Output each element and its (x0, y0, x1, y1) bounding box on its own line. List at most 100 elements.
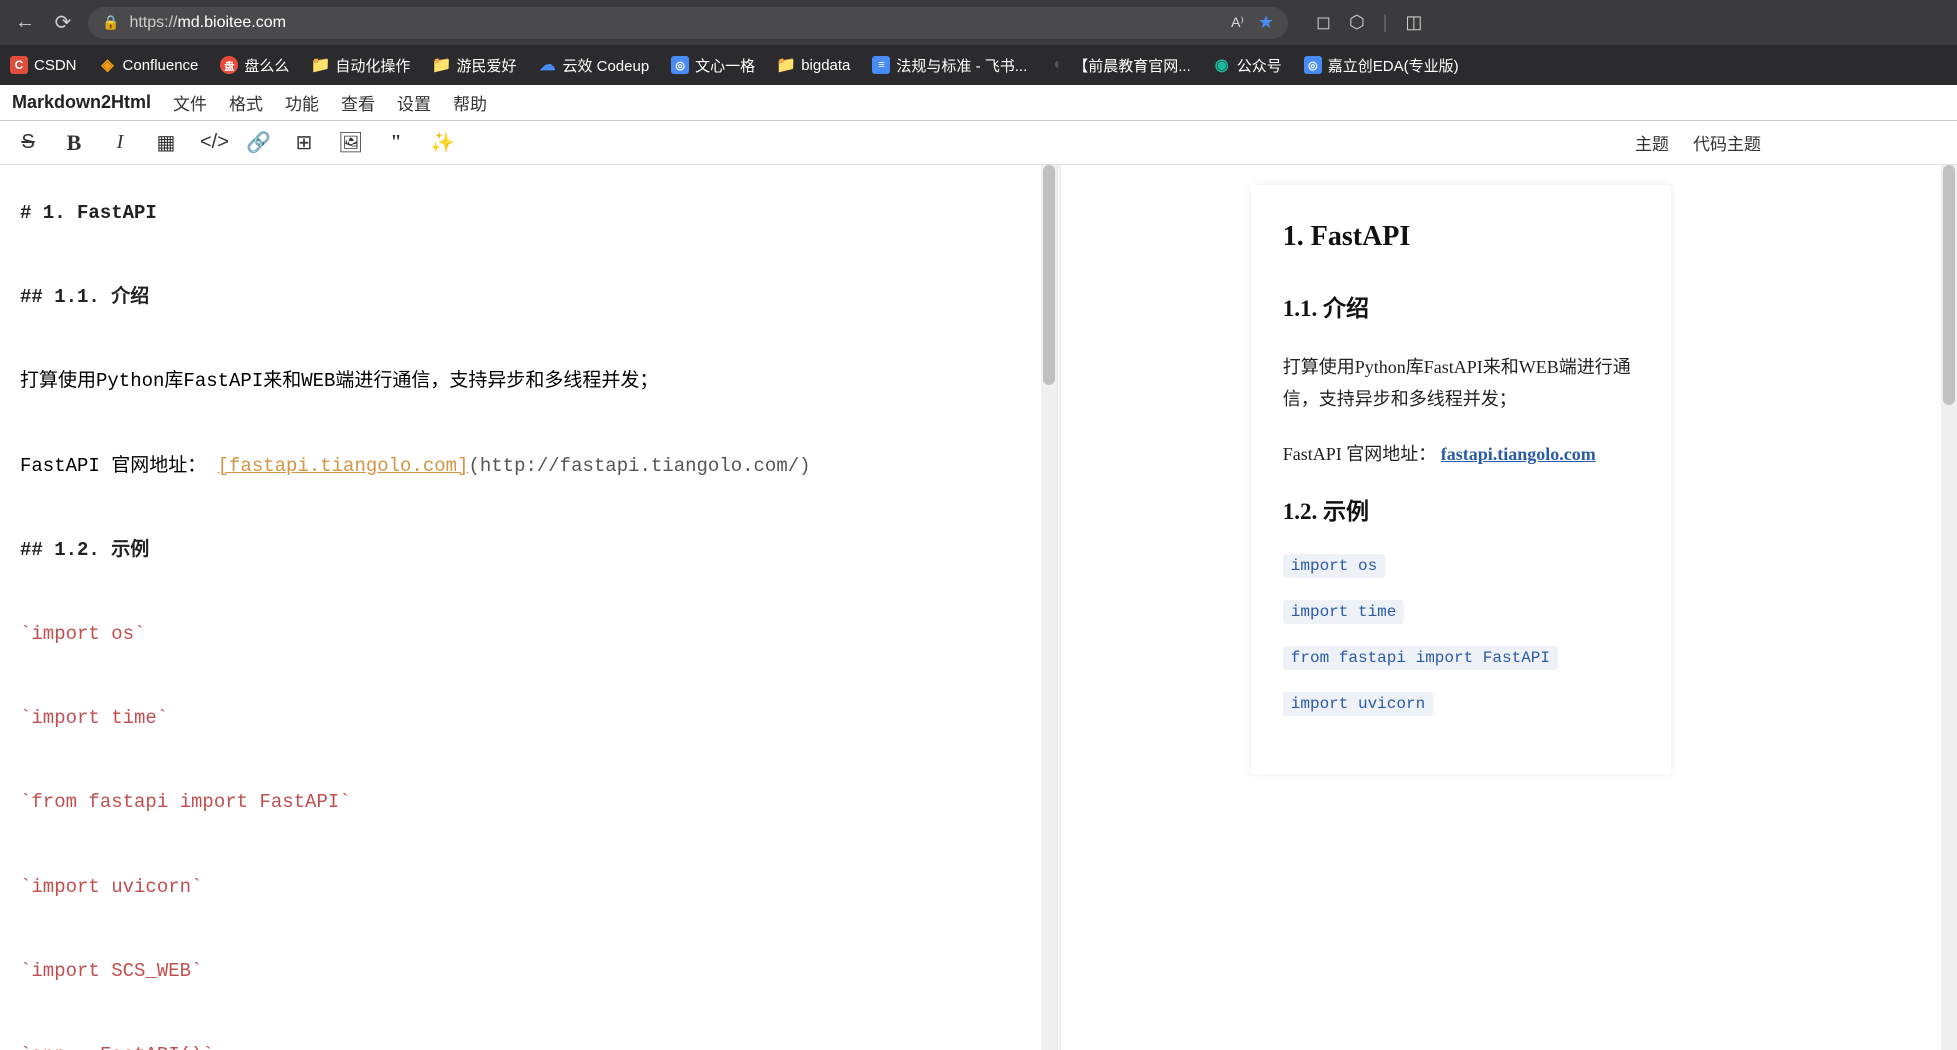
markdown-editor[interactable]: # 1. FastAPI ## 1.1. 介绍 打算使用Python库FastA… (0, 165, 1057, 1050)
bookmark-label: 自动化操作 (335, 55, 410, 76)
preview-link[interactable]: fastapi.tiangolo.com (1441, 444, 1596, 464)
editor-line (20, 658, 1037, 694)
yun-icon: ☁ (538, 56, 556, 74)
preview-pane: 1. FastAPI 1.1. 介绍 打算使用Python库FastAPI来和W… (1061, 165, 1957, 1050)
bookmark-label: 文心一格 (695, 55, 755, 76)
main-split-view: # 1. FastAPI ## 1.1. 介绍 打算使用Python库FastA… (0, 165, 1957, 1050)
bookmark-icon[interactable]: ◻ (1316, 12, 1331, 33)
menu-view[interactable]: 查看 (341, 90, 375, 115)
editor-line (20, 826, 1037, 862)
preview-h2-intro: 1.1. 介绍 (1283, 289, 1639, 323)
divider-icon: | (1383, 12, 1388, 33)
menu-file[interactable]: 文件 (173, 90, 207, 115)
editor-scrollbar-thumb[interactable] (1043, 165, 1055, 385)
quote-icon[interactable]: " (384, 131, 408, 154)
browser-address-bar: ← ⟳ 🔒 https://md.bioitee.com A⁾ ★ ◻ ⬡ | … (0, 0, 1957, 45)
editor-line (20, 911, 1037, 947)
editor-line (20, 321, 1037, 357)
bookmark-confluence[interactable]: ◈ Confluence (99, 56, 199, 74)
jlc-icon: ◎ (1304, 56, 1322, 74)
editor-line: FastAPI 官网地址： [fastapi.tiangolo.com](htt… (20, 448, 1037, 484)
magic-icon[interactable]: ✨ (430, 130, 454, 155)
folder-icon: 📁 (777, 56, 795, 74)
editor-line: `import time` (20, 700, 1037, 736)
bookmark-label: 公众号 (1237, 55, 1282, 76)
editor-line (20, 237, 1037, 273)
bookmark-gongzhonghao[interactable]: ◉ 公众号 (1213, 55, 1282, 76)
bookmark-qianchen[interactable]: ◐ 【前晨教育官网... (1049, 55, 1191, 76)
theme-button[interactable]: 主题 (1635, 130, 1669, 155)
bookmark-jlc[interactable]: ◎ 嘉立创EDA(专业版) (1304, 55, 1459, 76)
read-aloud-icon[interactable]: A⁾ (1231, 14, 1244, 31)
editor-line: # 1. FastAPI (20, 195, 1037, 231)
editor-line: `import os` (20, 616, 1037, 652)
bookmark-csdn[interactable]: C CSDN (10, 56, 77, 74)
folder-icon: 📁 (432, 56, 450, 74)
editor-line (20, 405, 1037, 441)
bookmark-label: Confluence (123, 57, 199, 74)
refresh-button[interactable]: ⟳ (50, 10, 76, 35)
bookmark-label: CSDN (34, 57, 77, 74)
wenxin-icon: ◎ (671, 56, 689, 74)
preview-scrollbar-thumb[interactable] (1943, 165, 1955, 405)
editor-toolbar: S B I ▦ </> 🔗 ⊞ 🖼 " ✨ 主题 代码主题 (0, 121, 1957, 165)
bookmark-label: 嘉立创EDA(专业版) (1328, 55, 1459, 76)
bookmark-bigdata[interactable]: 📁 bigdata (777, 56, 850, 74)
bookmark-panmeme[interactable]: 盘 盘么么 (220, 55, 289, 76)
menu-settings[interactable]: 设置 (397, 90, 431, 115)
editor-line (20, 490, 1037, 526)
preview-link-prefix: FastAPI 官网地址： (1283, 444, 1441, 464)
bookmark-label: 游民爱好 (456, 55, 516, 76)
menu-format[interactable]: 格式 (229, 90, 263, 115)
bold-icon[interactable]: B (62, 130, 86, 156)
editor-line: ## 1.2. 示例 (20, 532, 1037, 568)
italic-icon[interactable]: I (108, 131, 132, 154)
pan-icon: 盘 (220, 56, 238, 74)
link-icon[interactable]: 🔗 (246, 130, 270, 155)
editor-scrollbar[interactable] (1041, 165, 1057, 1050)
feishu-icon: ≡ (872, 56, 890, 74)
menu-function[interactable]: 功能 (285, 90, 319, 115)
bookmark-label: 【前晨教育官网... (1073, 55, 1191, 76)
menu-help[interactable]: 帮助 (453, 90, 487, 115)
strikethrough-icon[interactable]: S (16, 131, 40, 154)
bookmark-wenxin[interactable]: ◎ 文心一格 (671, 55, 755, 76)
image-icon[interactable]: 🖼 (338, 130, 362, 155)
preview-scrollbar[interactable] (1941, 165, 1957, 1050)
bookmark-label: 云效 Codeup (562, 55, 649, 76)
editor-line: ## 1.1. 介绍 (20, 279, 1037, 315)
code-theme-button[interactable]: 代码主题 (1693, 130, 1761, 155)
editor-line (20, 742, 1037, 778)
preview-h1: 1. FastAPI (1283, 221, 1639, 253)
favorite-star-icon[interactable]: ★ (1258, 12, 1274, 33)
url-bar[interactable]: 🔒 https://md.bioitee.com A⁾ ★ (88, 7, 1288, 39)
editor-line: `app = FastAPI()` (20, 1037, 1037, 1050)
heading-icon[interactable]: ▦ (154, 130, 178, 155)
split-screen-icon[interactable]: ◫ (1405, 12, 1422, 33)
preview-code-line: import time (1283, 600, 1639, 636)
preview-code-line: from fastapi import FastAPI (1283, 646, 1639, 682)
bookmark-automation[interactable]: 📁 自动化操作 (311, 55, 410, 76)
bookmark-feishu[interactable]: ≡ 法规与标准 - 飞书... (872, 55, 1027, 76)
editor-line: 打算使用Python库FastAPI来和WEB端进行通信，支持异步和多线程并发； (20, 363, 1037, 399)
extensions-icon[interactable]: ⬡ (1349, 12, 1365, 33)
bookmark-gamer[interactable]: 📁 游民爱好 (432, 55, 516, 76)
back-button[interactable]: ← (12, 11, 38, 34)
csdn-icon: C (10, 56, 28, 74)
preview-link-paragraph: FastAPI 官网地址： fastapi.tiangolo.com (1283, 438, 1639, 470)
preview-code-line: import os (1283, 554, 1639, 590)
editor-line: `import uvicorn` (20, 869, 1037, 905)
code-icon[interactable]: </> (200, 131, 224, 154)
table-icon[interactable]: ⊞ (292, 130, 316, 155)
app-title: Markdown2Html (12, 92, 151, 113)
bookmark-label: bigdata (801, 57, 850, 74)
folder-icon: 📁 (311, 56, 329, 74)
bookmark-label: 盘么么 (244, 55, 289, 76)
confluence-icon: ◈ (99, 56, 117, 74)
editor-line (20, 574, 1037, 610)
bookmarks-bar: C CSDN ◈ Confluence 盘 盘么么 📁 自动化操作 📁 游民爱好… (0, 45, 1957, 85)
bookmark-codeup[interactable]: ☁ 云效 Codeup (538, 55, 649, 76)
app-menu-bar: Markdown2Html 文件 格式 功能 查看 设置 帮助 (0, 85, 1957, 121)
preview-paragraph: 打算使用Python库FastAPI来和WEB端进行通信，支持异步和多线程并发； (1283, 351, 1639, 416)
preview-code-line: import uvicorn (1283, 692, 1639, 728)
